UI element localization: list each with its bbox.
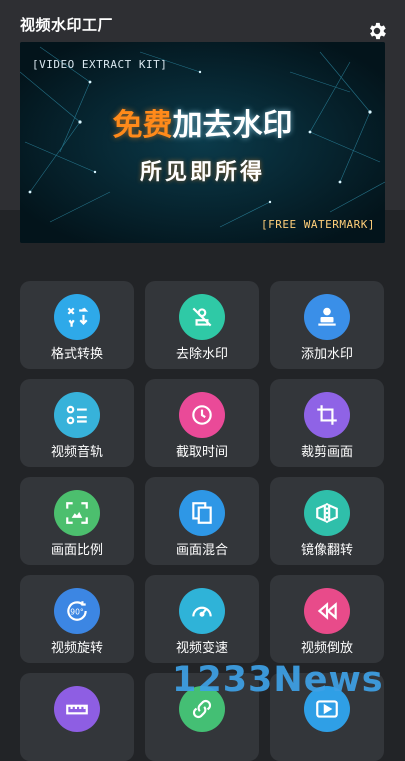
tool-format-convert[interactable]: 格式转换: [20, 281, 134, 369]
format-convert-icon: [54, 294, 100, 340]
headline-add-remove: 加去水印: [172, 108, 293, 143]
tool-mirror-flip[interactable]: 镜像翻转: [270, 477, 384, 565]
crop-icon: [304, 392, 350, 438]
tool-rotate[interactable]: 90° 视频旋转: [20, 575, 134, 663]
clock-icon: [179, 392, 225, 438]
tool-add-watermark[interactable]: 添加水印: [270, 281, 384, 369]
rotate-90-icon: 90°: [54, 588, 100, 634]
tool-label: 格式转换: [50, 347, 103, 362]
tool-speed[interactable]: 视频变速: [145, 575, 259, 663]
tool-trim-time[interactable]: 截取时间: [145, 379, 259, 467]
rewind-icon: [304, 588, 350, 634]
tool-label: 截取时间: [175, 445, 228, 460]
tool-label: 视频音轨: [50, 445, 103, 460]
tool-remove-watermark[interactable]: 去除水印: [145, 281, 259, 369]
site-watermark: 1233News: [172, 660, 384, 700]
audio-track-icon: [54, 392, 100, 438]
promo-banner[interactable]: [VIDEO EXTRACT KIT] 免费加去水印 所见即所得 [FREE W…: [20, 42, 385, 243]
banner-tag-bottom: [FREE WATERMARK]: [261, 218, 375, 231]
headline-free: 免费: [112, 108, 173, 143]
tool-crop[interactable]: 裁剪画面: [270, 379, 384, 467]
svg-text:90°: 90°: [70, 607, 84, 616]
banner-headline: 免费加去水印: [20, 100, 385, 144]
remove-watermark-icon: [179, 294, 225, 340]
banner-subline: 所见即所得: [139, 160, 265, 185]
tool-label: 视频倒放: [300, 641, 353, 656]
gear-icon[interactable]: [366, 20, 388, 42]
tool-label: 视频变速: [175, 641, 228, 656]
tool-partial-1[interactable]: [20, 673, 134, 761]
tool-reverse[interactable]: 视频倒放: [270, 575, 384, 663]
tool-blend[interactable]: 画面混合: [145, 477, 259, 565]
ruler-icon: [54, 686, 100, 732]
tool-label: 视频旋转: [50, 641, 103, 656]
aspect-ratio-icon: [54, 490, 100, 536]
tool-label: 去除水印: [175, 347, 228, 362]
tool-audio-track[interactable]: 视频音轨: [20, 379, 134, 467]
app-title: 视频水印工厂: [20, 16, 114, 34]
tool-label: 镜像翻转: [300, 543, 353, 558]
tool-label: 画面混合: [175, 543, 228, 558]
tool-label: 裁剪画面: [300, 445, 353, 460]
tool-label: 画面比例: [50, 543, 103, 558]
add-watermark-icon: [304, 294, 350, 340]
tool-label: 添加水印: [300, 347, 353, 362]
speedometer-icon: [179, 588, 225, 634]
layers-icon: [179, 490, 225, 536]
mirror-flip-icon: [304, 490, 350, 536]
tool-aspect-ratio[interactable]: 画面比例: [20, 477, 134, 565]
banner-tag-top: [VIDEO EXTRACT KIT]: [32, 58, 168, 71]
